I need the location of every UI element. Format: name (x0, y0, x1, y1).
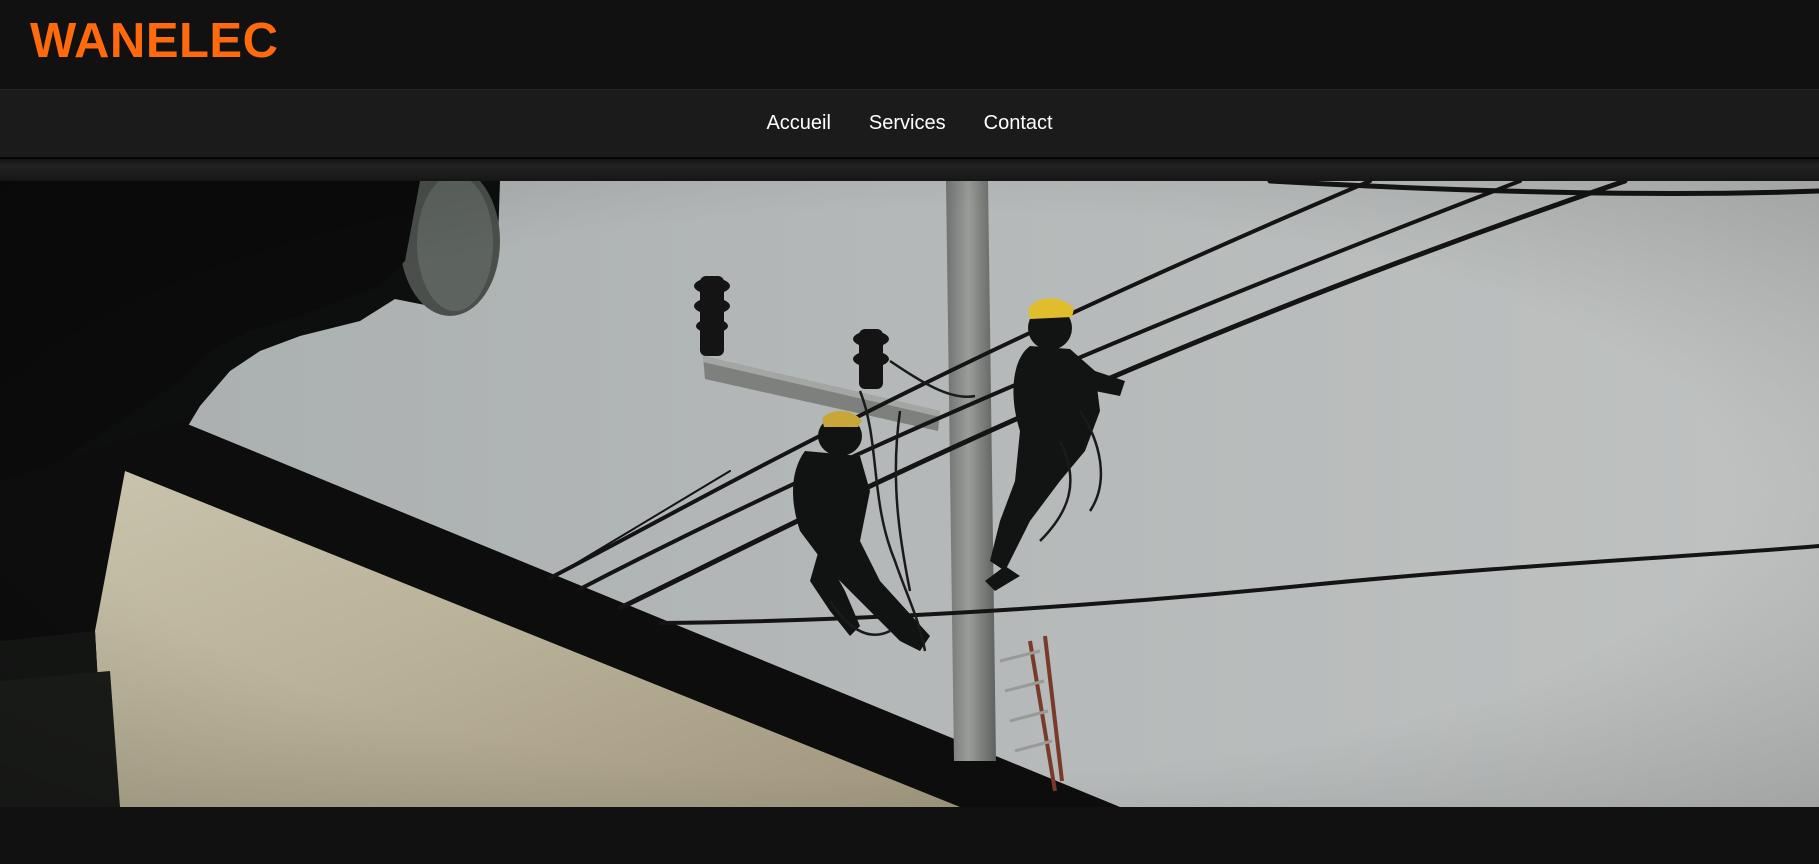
nav-shadow-strip (0, 159, 1819, 181)
nav-menu: Accueil Services Contact (0, 90, 1819, 158)
hero-banner (0, 181, 1819, 807)
hero-image (0, 181, 1819, 807)
site-header: WANELEC (0, 0, 1819, 89)
brand-logo[interactable]: WANELEC (30, 13, 279, 69)
nav-link-services[interactable]: Services (869, 112, 946, 135)
page-bottom-band (0, 807, 1819, 864)
nav-link-contact[interactable]: Contact (984, 112, 1053, 135)
main-navbar: Accueil Services Contact (0, 89, 1819, 159)
nav-link-accueil[interactable]: Accueil (766, 112, 830, 135)
